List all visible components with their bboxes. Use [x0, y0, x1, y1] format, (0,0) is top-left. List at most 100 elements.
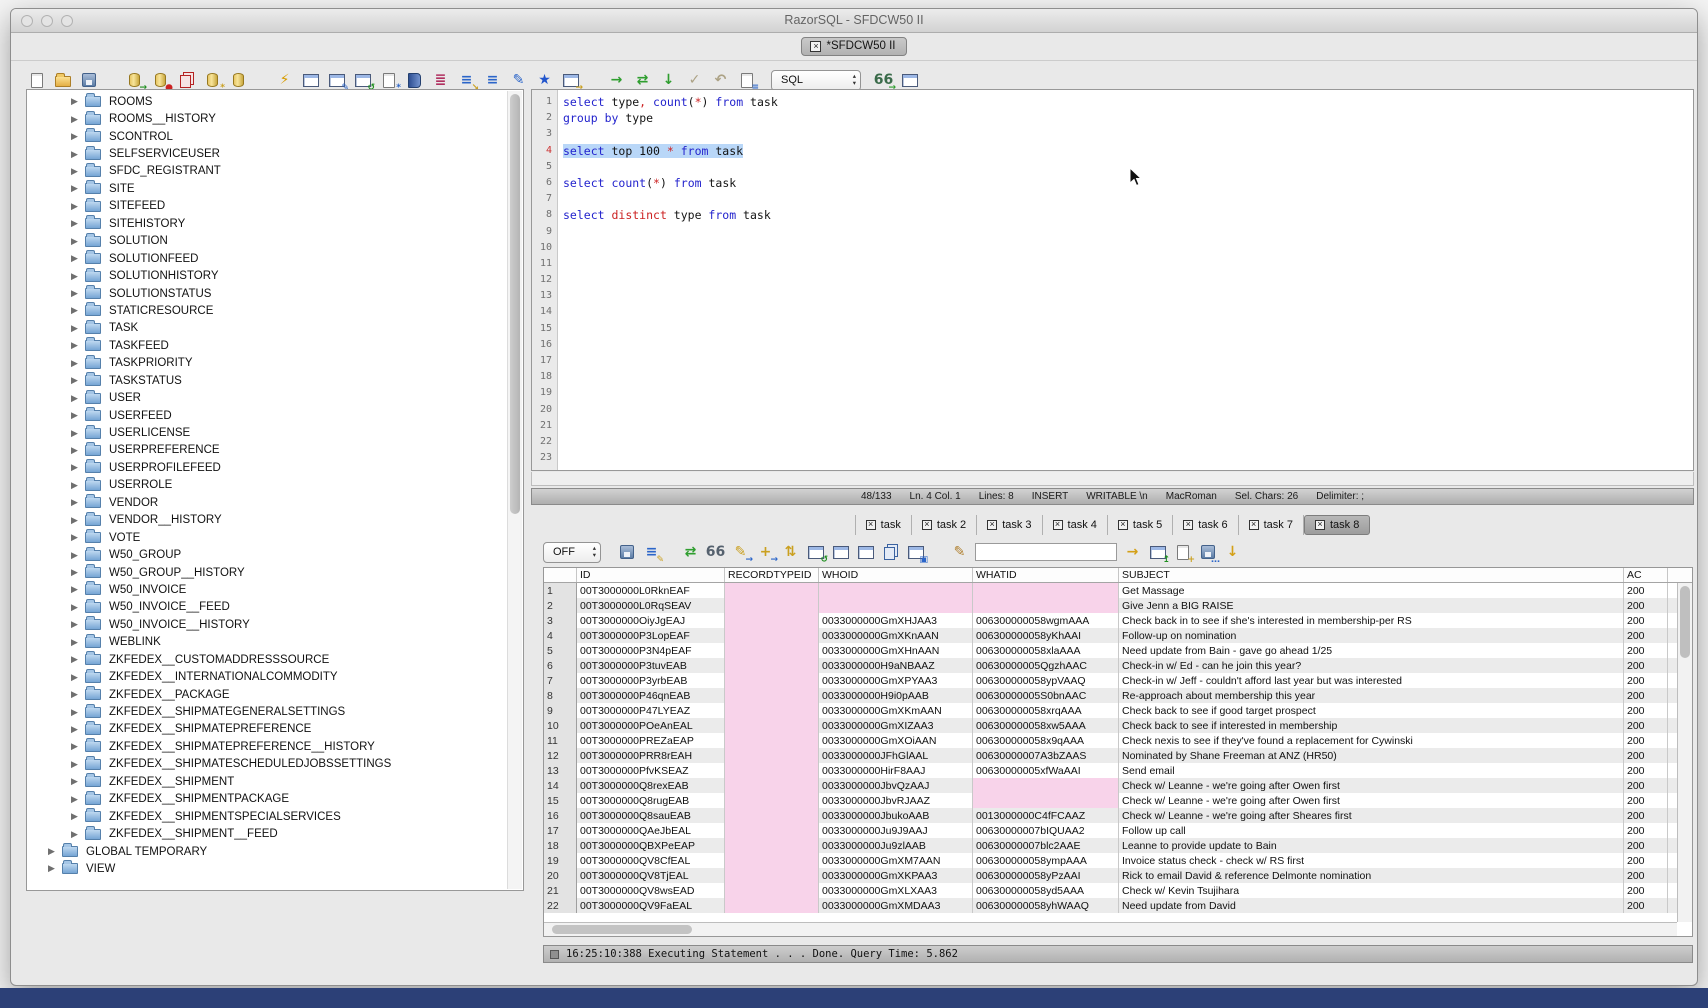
edit-cell-icon[interactable]: ✎→: [731, 543, 750, 562]
tree-item-zkfedex-shipmentspecialservices[interactable]: ▶ZKFEDEX__SHIPMENTSPECIALSERVICES: [27, 808, 507, 825]
tree-item-global-temporary[interactable]: ▶GLOBAL TEMPORARY: [27, 843, 507, 860]
table-cell[interactable]: Check-in w/ Jeff - couldn't afford last …: [1119, 673, 1624, 688]
editor-line-16[interactable]: [563, 337, 1693, 353]
query-builder-icon[interactable]: →: [561, 71, 580, 90]
expand-arrow-icon[interactable]: ▶: [71, 689, 85, 700]
table-cell[interactable]: Check back to see if good target prospec…: [1119, 703, 1624, 718]
editor-line-17[interactable]: [563, 353, 1693, 369]
tree-item-zkfedex-shipmentpackage[interactable]: ▶ZKFEDEX__SHIPMENTPACKAGE: [27, 791, 507, 808]
editor-line-13[interactable]: [563, 288, 1693, 304]
results-grid-icon[interactable]: [900, 71, 919, 90]
table-cell[interactable]: [725, 823, 819, 838]
table-cell[interactable]: Need update from Bain - gave go ahead 1/…: [1119, 643, 1624, 658]
table-cell[interactable]: Leanne to provide update to Bain: [1119, 838, 1624, 853]
table-cell[interactable]: 0033000000H9aNBAAZ: [819, 658, 973, 673]
close-tab-icon[interactable]: [1053, 520, 1063, 530]
table-cell[interactable]: 200: [1624, 808, 1668, 823]
tree-item-userfeed[interactable]: ▶USERFEED: [27, 407, 507, 424]
tree-item-zkfedex-package[interactable]: ▶ZKFEDEX__PACKAGE: [27, 686, 507, 703]
execute-sql-icon[interactable]: ⚡: [275, 71, 294, 90]
column-header-WHOID[interactable]: WHOID: [819, 568, 973, 582]
table-cell[interactable]: 0033000000H9i0pAAB: [819, 688, 973, 703]
table-cell[interactable]: Check w/ Leanne - we're going after Shea…: [1119, 808, 1624, 823]
save-icon[interactable]: [79, 71, 98, 90]
expand-arrow-icon[interactable]: ▶: [71, 480, 85, 491]
tree-item-w50-invoice[interactable]: ▶W50_INVOICE: [27, 581, 507, 598]
tree-item-taskstatus[interactable]: ▶TASKSTATUS: [27, 372, 507, 389]
table-cell[interactable]: 0033000000GmXKPAA3: [819, 868, 973, 883]
table-row[interactable]: 1100T3000000PREZaEAP0033000000GmXOiAAN00…: [544, 733, 1692, 748]
expand-arrow-icon[interactable]: ▶: [71, 741, 85, 752]
table-cell[interactable]: Follow-up on nomination: [1119, 628, 1624, 643]
table-cell[interactable]: [973, 778, 1119, 793]
editor-line-11[interactable]: [563, 256, 1693, 272]
expand-arrow-icon[interactable]: ▶: [71, 497, 85, 508]
tree-item-weblink[interactable]: ▶WEBLINK: [27, 634, 507, 651]
table-row[interactable]: 1800T3000000QBXPeEAP0033000000Ju9zlAAB00…: [544, 838, 1692, 853]
tree-item-userlicense[interactable]: ▶USERLICENSE: [27, 424, 507, 441]
expand-arrow-icon[interactable]: ▶: [71, 515, 85, 526]
expand-arrow-icon[interactable]: ▶: [71, 183, 85, 194]
tree-item-zkfedex-shipmatescheduledjobssettings[interactable]: ▶ZKFEDEX__SHIPMATESCHEDULEDJOBSSETTINGS: [27, 756, 507, 773]
table-cell[interactable]: 200: [1624, 673, 1668, 688]
table-row[interactable]: 1200T3000000PRR8rEAH0033000000JFhGlAAL00…: [544, 748, 1692, 763]
table-row[interactable]: 800T3000000P46qnEAB0033000000H9i0pAAB006…: [544, 688, 1692, 703]
tree-vertical-scrollbar[interactable]: [507, 91, 522, 889]
table-row[interactable]: 1400T3000000Q8rexEAB0033000000JbvQzAAJCh…: [544, 778, 1692, 793]
table-row[interactable]: 1500T3000000Q8rugEAB0033000000JbvRJAAZCh…: [544, 793, 1692, 808]
tree-item-solutionfeed[interactable]: ▶SOLUTIONFEED: [27, 250, 507, 267]
tree-item-userrole[interactable]: ▶USERROLE: [27, 477, 507, 494]
table-cell[interactable]: 00T3000000QAeJbEAL: [577, 823, 725, 838]
add-note-icon[interactable]: +: [1173, 543, 1192, 562]
tree-item-userprofilefeed[interactable]: ▶USERPROFILEFEED: [27, 459, 507, 476]
tree-item-zkfedex-shipment-feed[interactable]: ▶ZKFEDEX__SHIPMENT__FEED: [27, 825, 507, 842]
table-cell[interactable]: [819, 598, 973, 613]
table-vertical-scrollbar[interactable]: [1677, 583, 1692, 922]
refresh-results-icon[interactable]: ⇄: [681, 543, 700, 562]
close-tab-icon[interactable]: [1183, 520, 1193, 530]
expand-arrow-icon[interactable]: ▶: [71, 532, 85, 543]
tree-item-userpreference[interactable]: ▶USERPREFERENCE: [27, 442, 507, 459]
table-cell[interactable]: 00630000005QgzhAAC: [973, 658, 1119, 673]
editor-line-21[interactable]: [563, 418, 1693, 434]
tree-item-sfdc-registrant[interactable]: ▶SFDC_REGISTRANT: [27, 163, 507, 180]
tree-item-rooms-history[interactable]: ▶ROOMS__HISTORY: [27, 110, 507, 127]
tree-item-zkfedex-shipmatepreference-history[interactable]: ▶ZKFEDEX__SHIPMATEPREFERENCE__HISTORY: [27, 738, 507, 755]
close-tab-icon[interactable]: [1118, 520, 1128, 530]
expand-arrow-icon[interactable]: ▶: [48, 863, 62, 874]
table-cell[interactable]: 00630000007blc2AAE: [973, 838, 1119, 853]
expand-arrow-icon[interactable]: ▶: [71, 305, 85, 316]
table-cell[interactable]: 00T3000000PRR8rEAH: [577, 748, 725, 763]
table-row[interactable]: 300T3000000OiyJgEAJ0033000000GmXHJAA3006…: [544, 613, 1692, 628]
table-cell[interactable]: 0033000000JbukoAAB: [819, 808, 973, 823]
expand-arrow-icon[interactable]: ▶: [71, 166, 85, 177]
reload-table-icon[interactable]: ↺: [806, 543, 825, 562]
table-row[interactable]: 1300T3000000PfvKSEAZ0033000000HirF8AAJ00…: [544, 763, 1692, 778]
save-results-icon[interactable]: [617, 543, 636, 562]
table-cell[interactable]: 0013000000C4fFCAAZ: [973, 808, 1119, 823]
tree-item-zkfedex-shipment[interactable]: ▶ZKFEDEX__SHIPMENT: [27, 773, 507, 790]
table-cell[interactable]: 0033000000GmXM7AAN: [819, 853, 973, 868]
column-header-ID[interactable]: ID: [577, 568, 725, 582]
close-tab-icon[interactable]: [922, 520, 932, 530]
alter-table-icon[interactable]: [229, 71, 248, 90]
table-cell[interactable]: Send email: [1119, 763, 1624, 778]
table-cell[interactable]: 0033000000JbvRJAAZ: [819, 793, 973, 808]
expand-arrow-icon[interactable]: ▶: [71, 149, 85, 160]
table-cell[interactable]: 200: [1624, 643, 1668, 658]
expand-arrow-icon[interactable]: ▶: [71, 707, 85, 718]
table-cell[interactable]: 006300000058yPzAAI: [973, 868, 1119, 883]
table-cell[interactable]: Check back to see if interested in membe…: [1119, 718, 1624, 733]
table-cell[interactable]: 0033000000GmXHJAA3: [819, 613, 973, 628]
table-cell[interactable]: [725, 628, 819, 643]
table-cell[interactable]: Re-approach about membership this year: [1119, 688, 1624, 703]
expand-arrow-icon[interactable]: ▶: [71, 410, 85, 421]
tree-item-solutionhistory[interactable]: ▶SOLUTIONHISTORY: [27, 267, 507, 284]
table-row[interactable]: 1700T3000000QAeJbEAL0033000000Ju9J9AAJ00…: [544, 823, 1692, 838]
sql-editor[interactable]: 1234567891011121314151617181920212223 se…: [531, 89, 1694, 471]
table-cell[interactable]: 006300000058wgmAAA: [973, 613, 1119, 628]
table-cell[interactable]: 200: [1624, 703, 1668, 718]
commit-icon[interactable]: ✓: [685, 71, 704, 90]
expand-arrow-icon[interactable]: ▶: [71, 759, 85, 770]
table-cell[interactable]: Check w/ Leanne - we're going after Owen…: [1119, 793, 1624, 808]
